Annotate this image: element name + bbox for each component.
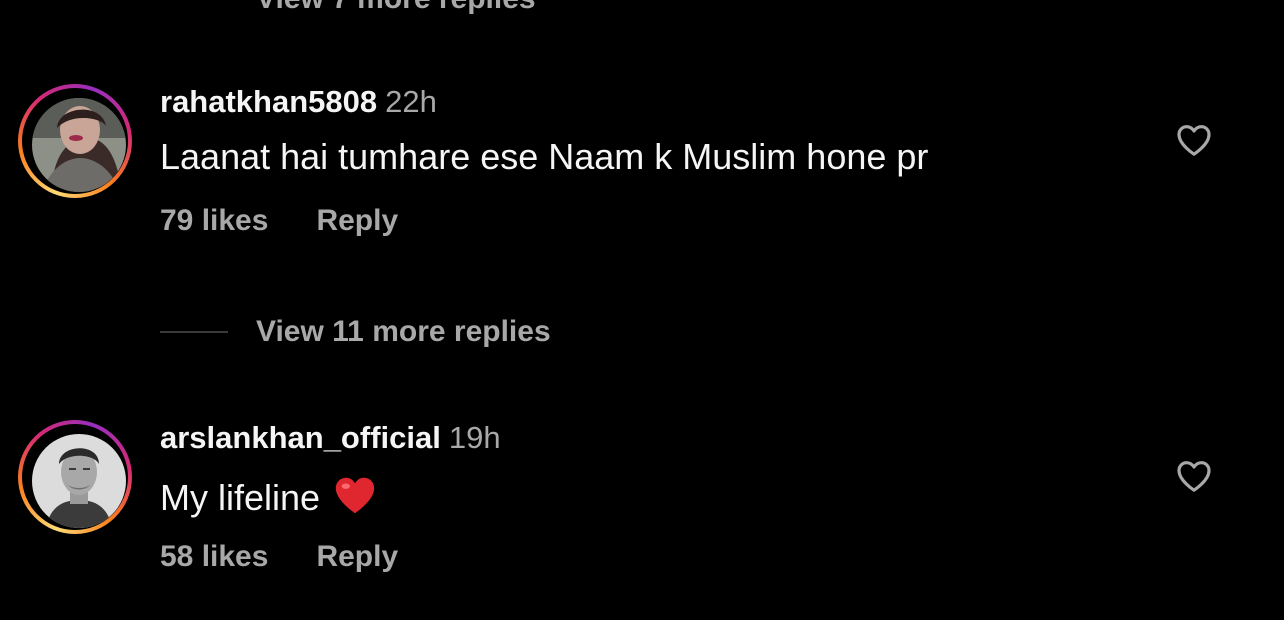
avatar[interactable] [32,434,126,528]
avatar-image [32,434,126,528]
comment-item: arslankhan_official 19h My lifeline 58 li… [0,420,1284,580]
username[interactable]: rahatkhan5808 [160,84,377,119]
like-button[interactable] [1174,120,1214,160]
heart-outline-icon [1177,461,1211,492]
avatar-image [32,98,126,192]
view-more-replies-label[interactable]: View 11 more replies [256,315,551,349]
view-more-replies[interactable]: View 11 more replies [160,312,551,352]
avatar-story-ring[interactable] [18,420,132,534]
likes-count[interactable]: 79 likes [160,204,268,237]
comment-text: Laanat hai tumhare ese Naam k Muslim hon… [160,136,929,177]
comment-header: rahatkhan5808 22h [160,84,437,120]
view-more-replies-top[interactable]: View 7 more replies [256,0,536,16]
reply-button[interactable]: Reply [316,540,398,573]
comment-header: arslankhan_official 19h [160,420,501,456]
timestamp: 19h [448,420,501,455]
reply-button[interactable]: Reply [316,204,398,237]
red-heart-emoji-icon [335,477,375,514]
timestamp: 22h [385,84,437,119]
heart-outline-icon [1177,125,1211,156]
username[interactable]: arslankhan_official [160,420,441,455]
comment-actions: 79 likes Reply [160,204,398,238]
avatar-story-ring[interactable] [18,84,132,198]
likes-count[interactable]: 58 likes [160,540,268,573]
comment-actions: 58 likes Reply [160,540,398,574]
avatar[interactable] [32,98,126,192]
comment-text-content: My lifeline [160,477,321,518]
replies-divider-line [160,331,228,333]
like-button[interactable] [1174,456,1214,496]
comment-text: My lifeline [160,472,378,519]
comment-item: rahatkhan5808 22h Laanat hai tumhare ese … [0,84,1284,244]
